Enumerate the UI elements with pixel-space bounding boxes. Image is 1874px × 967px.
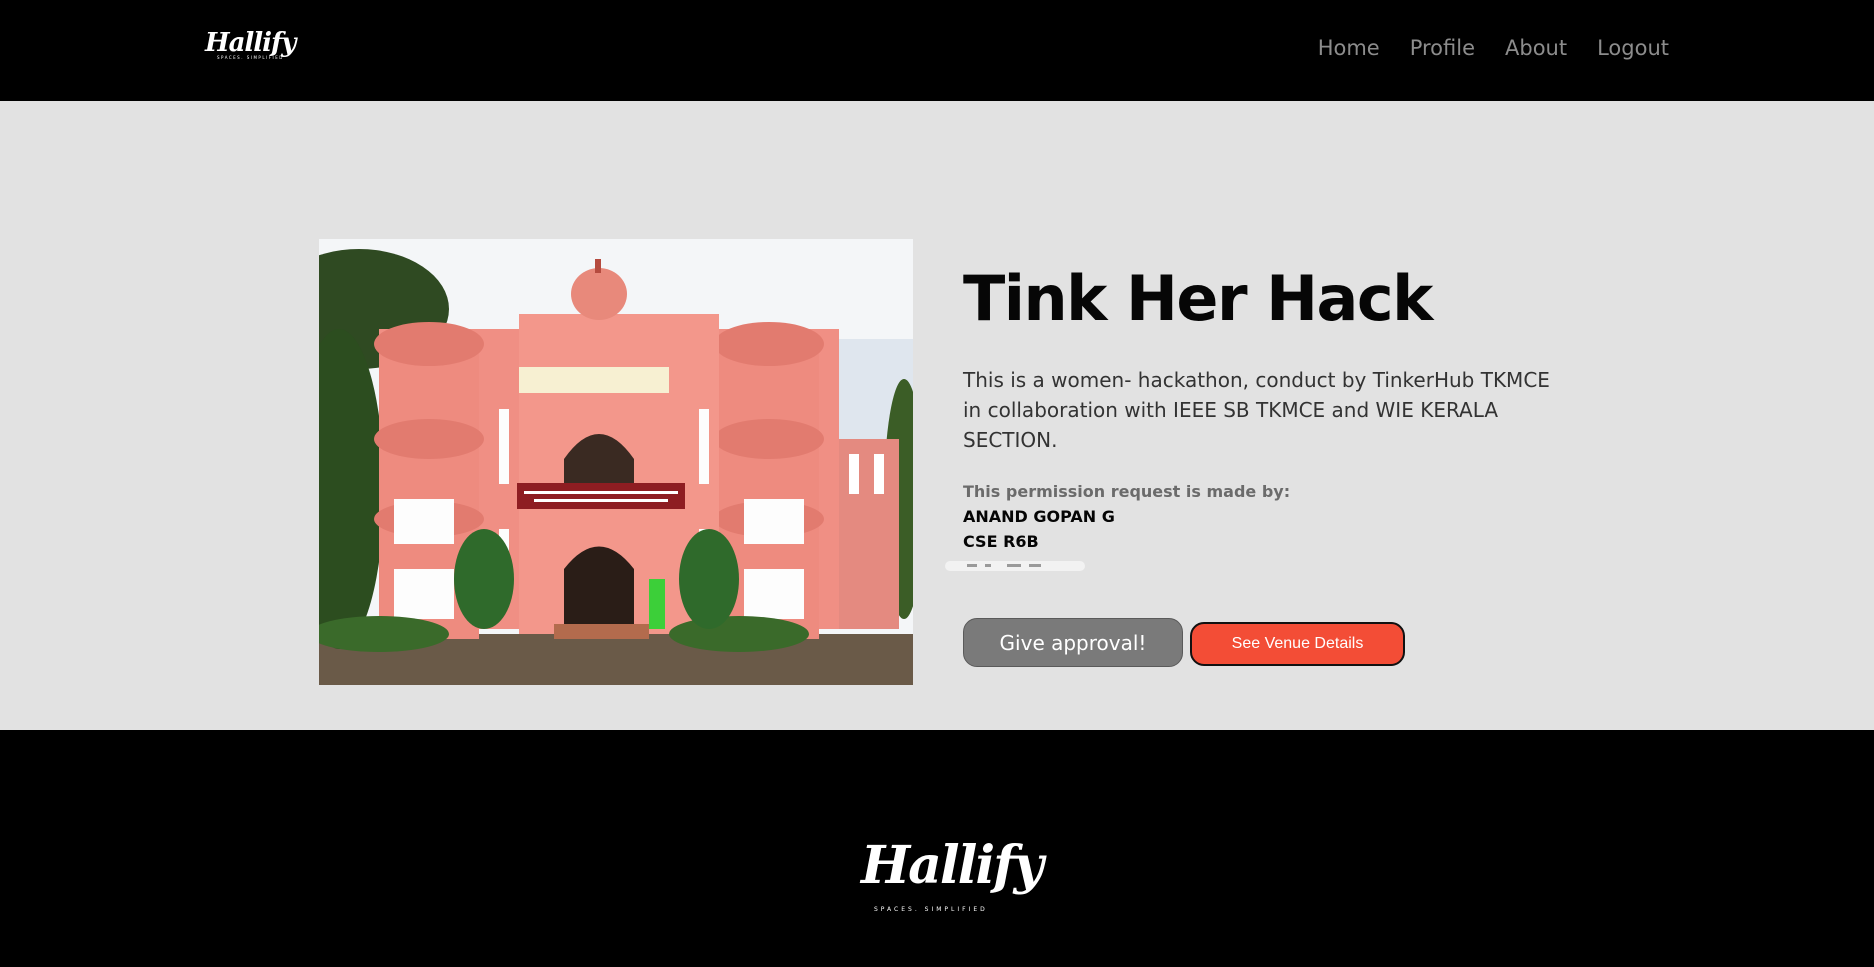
venue-photo: [319, 239, 913, 685]
brand-logo-text: Hallify: [205, 28, 296, 58]
requester-class: CSE R6B: [963, 532, 1039, 551]
main-nav: Home Profile About Logout: [1318, 36, 1669, 60]
give-approval-button[interactable]: Give approval!: [963, 618, 1183, 667]
footer-logo-text: Hallify: [861, 835, 1044, 896]
footer: Hallify SPACES. SIMPLIFIED: [0, 730, 1874, 967]
nav-home[interactable]: Home: [1318, 36, 1380, 60]
redacted-text: [945, 561, 1085, 571]
footer-logo-tagline: SPACES. SIMPLIFIED: [874, 906, 988, 913]
requester-name: ANAND GOPAN G: [963, 507, 1115, 526]
footer-logo[interactable]: Hallify SPACES. SIMPLIFIED: [855, 835, 1044, 920]
event-title: Tink Her Hack: [963, 262, 1433, 335]
nav-profile[interactable]: Profile: [1410, 36, 1475, 60]
nav-logout[interactable]: Logout: [1597, 36, 1669, 60]
see-venue-details-button[interactable]: See Venue Details: [1190, 622, 1405, 666]
top-navbar: Hallify SPACES. SIMPLIFIED Home Profile …: [0, 0, 1874, 101]
request-label: This permission request is made by:: [963, 482, 1291, 501]
brand-logo-tagline: SPACES. SIMPLIFIED: [217, 55, 284, 60]
event-description: This is a women- hackathon, conduct by T…: [963, 368, 1550, 452]
brand-logo[interactable]: Hallify SPACES. SIMPLIFIED: [205, 28, 317, 62]
college-building-illustration: [319, 239, 913, 685]
nav-about[interactable]: About: [1505, 36, 1567, 60]
